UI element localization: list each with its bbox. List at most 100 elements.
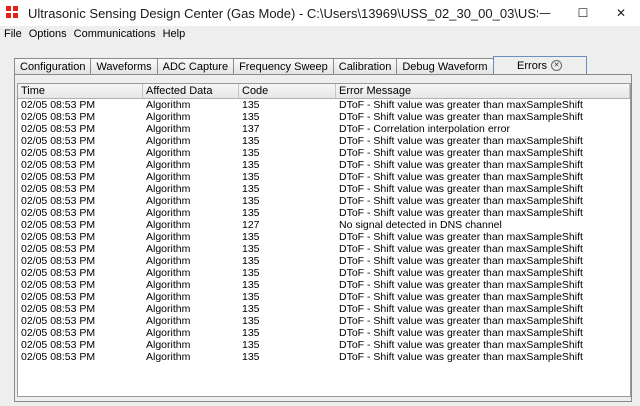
- menu-file[interactable]: File: [0, 28, 25, 40]
- cell-code: 135: [242, 147, 260, 159]
- cell-time: 02/05 08:53 PM: [21, 291, 96, 303]
- table-row[interactable]: 02/05 08:53 PM Algorithm 135 DToF - Shift v…: [18, 243, 630, 255]
- cell-error-message: No signal detected in DNS channel: [339, 219, 502, 231]
- cell-time: 02/05 08:53 PM: [21, 123, 96, 135]
- table-row[interactable]: 02/05 08:53 PM Algorithm 135 DToF - Shift v…: [18, 171, 630, 183]
- column-header-affected-data[interactable]: Affected Data: [143, 84, 239, 98]
- errors-panel: Time Affected Data Code Error Message 02…: [14, 74, 632, 402]
- table-row[interactable]: 02/05 08:53 PM Algorithm 135 DToF - Shift v…: [18, 135, 630, 147]
- cell-error-message: DToF - Shift value was greater than maxS…: [339, 339, 583, 351]
- table-row[interactable]: 02/05 08:53 PM Algorithm 135 DToF - Shift v…: [18, 183, 630, 195]
- column-header-code[interactable]: Code: [239, 84, 336, 98]
- cell-code: 135: [242, 339, 260, 351]
- cell-code: 135: [242, 183, 260, 195]
- cell-code: 135: [242, 351, 260, 363]
- cell-error-message: DToF - Shift value was greater than maxS…: [339, 231, 583, 243]
- tab-debug-waveform[interactable]: Debug Waveform: [396, 58, 494, 74]
- column-header-time[interactable]: Time: [18, 84, 143, 98]
- cell-error-message: DToF - Shift value was greater than maxS…: [339, 135, 583, 147]
- cell-time: 02/05 08:53 PM: [21, 267, 96, 279]
- title-bar: Ultrasonic Sensing Design Center (Gas Mo…: [0, 0, 640, 26]
- table-row[interactable]: 02/05 08:53 PM Algorithm 135 DToF - Shift v…: [18, 315, 630, 327]
- table-row[interactable]: 02/05 08:53 PM Algorithm 135 DToF - Shift v…: [18, 351, 630, 363]
- table-row[interactable]: 02/05 08:53 PM Algorithm 135 DToF - Shift v…: [18, 303, 630, 315]
- cell-affected-data: Algorithm: [146, 231, 191, 243]
- cell-affected-data: Algorithm: [146, 183, 191, 195]
- close-tab-icon[interactable]: ✕: [551, 60, 562, 71]
- table-row[interactable]: 02/05 08:53 PM Algorithm 135 DToF - Shift v…: [18, 267, 630, 279]
- cell-code: 135: [242, 267, 260, 279]
- cell-code: 135: [242, 159, 260, 171]
- cell-code: 135: [242, 315, 260, 327]
- tab-strip: Configuration Waveforms ADC Capture Freq…: [14, 56, 587, 74]
- window-title: Ultrasonic Sensing Design Center (Gas Mo…: [28, 5, 538, 21]
- table-row[interactable]: 02/05 08:53 PM Algorithm 135 DToF - Shift v…: [18, 339, 630, 351]
- maximize-button[interactable]: ☐: [564, 0, 602, 26]
- column-header-error-message[interactable]: Error Message: [336, 84, 630, 98]
- cell-code: 135: [242, 207, 260, 219]
- cell-error-message: DToF - Shift value was greater than maxS…: [339, 315, 583, 327]
- cell-time: 02/05 08:53 PM: [21, 243, 96, 255]
- cell-affected-data: Algorithm: [146, 303, 191, 315]
- cell-affected-data: Algorithm: [146, 99, 191, 111]
- close-button[interactable]: ✕: [602, 0, 640, 26]
- cell-time: 02/05 08:53 PM: [21, 339, 96, 351]
- menu-bar: File Options Communications Help: [0, 26, 640, 42]
- cell-error-message: DToF - Shift value was greater than maxS…: [339, 267, 583, 279]
- table-row[interactable]: 02/05 08:53 PM Algorithm 135 DToF - Shift v…: [18, 327, 630, 339]
- table-row[interactable]: 02/05 08:53 PM Algorithm 135 DToF - Shift v…: [18, 159, 630, 171]
- minimize-button[interactable]: —: [526, 0, 564, 26]
- cell-affected-data: Algorithm: [146, 123, 191, 135]
- cell-affected-data: Algorithm: [146, 111, 191, 123]
- cell-error-message: DToF - Shift value was greater than maxS…: [339, 159, 583, 171]
- cell-time: 02/05 08:53 PM: [21, 351, 96, 363]
- table-row[interactable]: 02/05 08:53 PM Algorithm 127 No signal dete…: [18, 219, 630, 231]
- cell-code: 135: [242, 291, 260, 303]
- cell-error-message: DToF - Correlation interpolation error: [339, 123, 510, 135]
- cell-error-message: DToF - Shift value was greater than maxS…: [339, 279, 583, 291]
- cell-affected-data: Algorithm: [146, 327, 191, 339]
- cell-time: 02/05 08:53 PM: [21, 159, 96, 171]
- cell-code: 135: [242, 255, 260, 267]
- cell-time: 02/05 08:53 PM: [21, 135, 96, 147]
- table-row[interactable]: 02/05 08:53 PM Algorithm 135 DToF - Shift v…: [18, 147, 630, 159]
- tab-configuration[interactable]: Configuration: [14, 58, 92, 74]
- cell-code: 127: [242, 219, 260, 231]
- cell-affected-data: Algorithm: [146, 351, 191, 363]
- table-row[interactable]: 02/05 08:53 PM Algorithm 135 DToF - Shift v…: [18, 291, 630, 303]
- tab-frequency-sweep[interactable]: Frequency Sweep: [233, 58, 334, 74]
- table-row[interactable]: 02/05 08:53 PM Algorithm 135 DToF - Shift v…: [18, 99, 630, 111]
- errors-table[interactable]: Time Affected Data Code Error Message 02…: [17, 83, 631, 397]
- cell-time: 02/05 08:53 PM: [21, 315, 96, 327]
- cell-error-message: DToF - Shift value was greater than maxS…: [339, 327, 583, 339]
- cell-time: 02/05 08:53 PM: [21, 279, 96, 291]
- cell-error-message: DToF - Shift value was greater than maxS…: [339, 195, 583, 207]
- tab-calibration[interactable]: Calibration: [332, 58, 398, 74]
- cell-code: 135: [242, 231, 260, 243]
- table-row[interactable]: 02/05 08:53 PM Algorithm 135 DToF - Shift v…: [18, 279, 630, 291]
- cell-error-message: DToF - Shift value was greater than maxS…: [339, 171, 583, 183]
- cell-error-message: DToF - Shift value was greater than maxS…: [339, 111, 583, 123]
- table-row[interactable]: 02/05 08:53 PM Algorithm 135 DToF - Shift v…: [18, 207, 630, 219]
- table-row[interactable]: 02/05 08:53 PM Algorithm 137 DToF - Correla…: [18, 123, 630, 135]
- cell-time: 02/05 08:53 PM: [21, 183, 96, 195]
- menu-help[interactable]: Help: [159, 28, 189, 40]
- tab-errors[interactable]: Errors ✕: [492, 56, 587, 74]
- menu-communications[interactable]: Communications: [70, 28, 159, 40]
- cell-error-message: DToF - Shift value was greater than maxS…: [339, 183, 583, 195]
- tab-waveforms[interactable]: Waveforms: [90, 58, 158, 74]
- menu-options[interactable]: Options: [25, 28, 70, 40]
- cell-error-message: DToF - Shift value was greater than maxS…: [339, 207, 583, 219]
- cell-error-message: DToF - Shift value was greater than maxS…: [339, 243, 583, 255]
- table-row[interactable]: 02/05 08:53 PM Algorithm 135 DToF - Shift v…: [18, 195, 630, 207]
- table-row[interactable]: 02/05 08:53 PM Algorithm 135 DToF - Shift v…: [18, 255, 630, 267]
- table-row[interactable]: 02/05 08:53 PM Algorithm 135 DToF - Shift v…: [18, 111, 630, 123]
- table-row[interactable]: 02/05 08:53 PM Algorithm 135 DToF - Shift v…: [18, 231, 630, 243]
- cell-time: 02/05 08:53 PM: [21, 99, 96, 111]
- cell-time: 02/05 08:53 PM: [21, 111, 96, 123]
- cell-code: 137: [242, 123, 260, 135]
- cell-affected-data: Algorithm: [146, 171, 191, 183]
- cell-time: 02/05 08:53 PM: [21, 231, 96, 243]
- tab-adc-capture[interactable]: ADC Capture: [156, 58, 235, 74]
- cell-affected-data: Algorithm: [146, 195, 191, 207]
